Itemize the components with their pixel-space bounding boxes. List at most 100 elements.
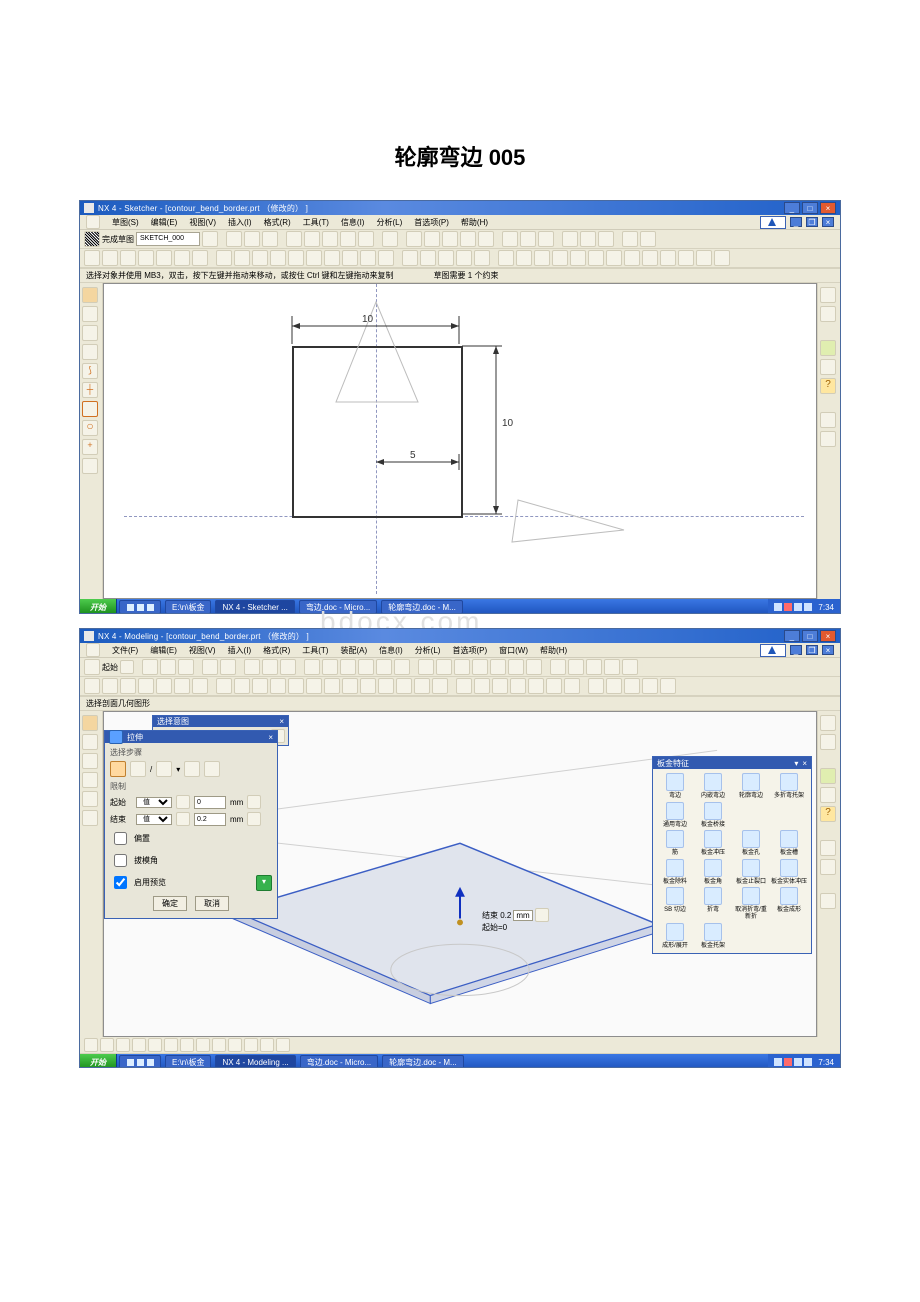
curve-icon[interactable] (474, 678, 490, 694)
boss-icon[interactable] (306, 678, 322, 694)
rb-icon[interactable] (820, 734, 836, 750)
undo-icon[interactable] (382, 231, 398, 247)
tool-icon[interactable] (340, 231, 356, 247)
cursor-icon[interactable] (82, 287, 98, 303)
part-nav-icon[interactable] (82, 734, 98, 750)
start-button[interactable]: 开始 (80, 599, 117, 614)
datum-icon[interactable]: ┼ (82, 382, 98, 398)
system-tray[interactable]: 7:34 (768, 1054, 840, 1068)
circle-icon[interactable] (270, 250, 286, 266)
constraint-icon[interactable] (624, 250, 640, 266)
snap-icon[interactable] (244, 1038, 258, 1052)
taskbar-item[interactable]: E:\n\板金 (165, 600, 211, 614)
maximize-icon[interactable]: □ (802, 202, 818, 214)
sm-feature-SB 切边[interactable]: SB 切边 (657, 887, 693, 920)
child-restore-icon[interactable]: ❐ (806, 645, 818, 655)
menu-item[interactable]: 信息(I) (379, 645, 403, 656)
taskbar-item[interactable]: 轮廓弯边.doc - M... (382, 1055, 464, 1068)
sm-feature-弯边[interactable]: 弯边 (657, 773, 693, 800)
sm-feature-取消折弯/重新折[interactable]: 取消折弯/重新折 (733, 887, 769, 920)
constraint-icon[interactable] (606, 250, 622, 266)
tray-icon[interactable] (784, 603, 792, 611)
close-icon[interactable]: × (268, 733, 273, 742)
snap-icon[interactable] (228, 1038, 242, 1052)
rb-icon[interactable] (820, 840, 836, 856)
dim-icon[interactable] (438, 250, 454, 266)
curve-icon[interactable] (510, 678, 526, 694)
dropdown-icon[interactable] (120, 660, 134, 674)
snap-icon[interactable] (164, 1038, 178, 1052)
close-icon[interactable]: × (820, 202, 836, 214)
snap-icon[interactable] (260, 1038, 274, 1052)
rb-icon[interactable] (820, 340, 836, 356)
menu-item[interactable]: 分析(L) (415, 645, 441, 656)
menu-item[interactable]: 文件(F) (112, 645, 138, 656)
dim-icon[interactable] (456, 250, 472, 266)
extrude-icon[interactable] (252, 678, 268, 694)
sm-feature-板金托架[interactable]: 板金托架 (695, 923, 731, 950)
step-reverse-icon[interactable] (204, 761, 220, 777)
start-value-input[interactable] (194, 796, 226, 809)
sel-icon[interactable] (174, 678, 190, 694)
snap-icon[interactable] (84, 1038, 98, 1052)
tool-icon[interactable] (102, 250, 118, 266)
spline-icon[interactable] (288, 250, 304, 266)
tool-icon[interactable] (174, 250, 190, 266)
tool-icon[interactable] (192, 250, 208, 266)
analysis-icon[interactable] (586, 659, 602, 675)
curve-icon[interactable] (492, 678, 508, 694)
arc3p-tool-icon[interactable]: ⟆ (82, 363, 98, 379)
taskbar-item[interactable]: 弯边.doc - Micro... (300, 1055, 378, 1068)
extrude-dialog[interactable]: 拉伸 × 选择步骤 / ▾ (104, 730, 278, 919)
tool-icon[interactable] (406, 231, 422, 247)
selection-icon[interactable] (84, 250, 100, 266)
start-type-select[interactable]: 值 (136, 797, 172, 808)
view-icon[interactable] (304, 659, 320, 675)
tray-icon[interactable] (794, 603, 802, 611)
ellipse-icon[interactable]: ○ (82, 420, 98, 436)
ok-button[interactable]: 确定 (153, 896, 187, 911)
wcs-icon[interactable] (454, 659, 470, 675)
child-minimize-icon[interactable]: _ (790, 217, 802, 227)
circle-tool-icon[interactable] (82, 401, 98, 417)
sm-feature-板金桥接[interactable]: 板金桥接 (695, 802, 731, 829)
menu-item[interactable]: 首选项(P) (452, 645, 487, 656)
rb-icon[interactable] (820, 287, 836, 303)
dim-icon[interactable] (402, 250, 418, 266)
close-icon[interactable]: × (802, 759, 807, 768)
constraint-icon[interactable] (516, 250, 532, 266)
menu-item[interactable]: 视图(V) (189, 217, 216, 228)
tool-icon[interactable] (660, 678, 676, 694)
wcs-icon[interactable] (508, 659, 524, 675)
child-close-icon[interactable]: × (822, 217, 834, 227)
menu-item[interactable]: 编辑(E) (150, 645, 177, 656)
history-icon[interactable] (82, 772, 98, 788)
snap-icon[interactable] (276, 1038, 290, 1052)
new-icon[interactable] (142, 659, 158, 675)
analysis-icon[interactable] (622, 659, 638, 675)
finish-sketch-icon[interactable] (84, 231, 100, 247)
menu-item[interactable]: 工具(T) (303, 217, 329, 228)
assembly-nav-icon[interactable] (82, 753, 98, 769)
line-icon[interactable] (234, 250, 250, 266)
pin-icon[interactable] (109, 730, 123, 744)
sm-feature-筋[interactable]: 筋 (657, 830, 693, 857)
sm-feature-成形/展开[interactable]: 成形/展开 (657, 923, 693, 950)
menu-item[interactable]: 工具(T) (302, 645, 328, 656)
picker-icon[interactable] (247, 812, 261, 826)
rb-icon[interactable] (820, 359, 836, 375)
file-icon[interactable] (86, 643, 100, 657)
menu-item[interactable]: 插入(I) (228, 217, 252, 228)
sel-icon[interactable] (84, 678, 100, 694)
copy-icon[interactable] (262, 659, 278, 675)
view-icon[interactable] (394, 659, 410, 675)
start-button[interactable]: 开始 (80, 1054, 117, 1068)
browser-icon[interactable] (82, 791, 98, 807)
close-icon[interactable]: × (279, 717, 284, 726)
sketch-icon[interactable] (216, 678, 232, 694)
arc-icon[interactable] (252, 250, 268, 266)
zoom-icon[interactable] (442, 231, 458, 247)
sm-feature-轮廓弯边[interactable]: 轮廓弯边 (733, 773, 769, 800)
spin-icon[interactable] (535, 908, 549, 922)
sm-feature-板金实体冲压[interactable]: 板金实体冲压 (771, 859, 807, 886)
